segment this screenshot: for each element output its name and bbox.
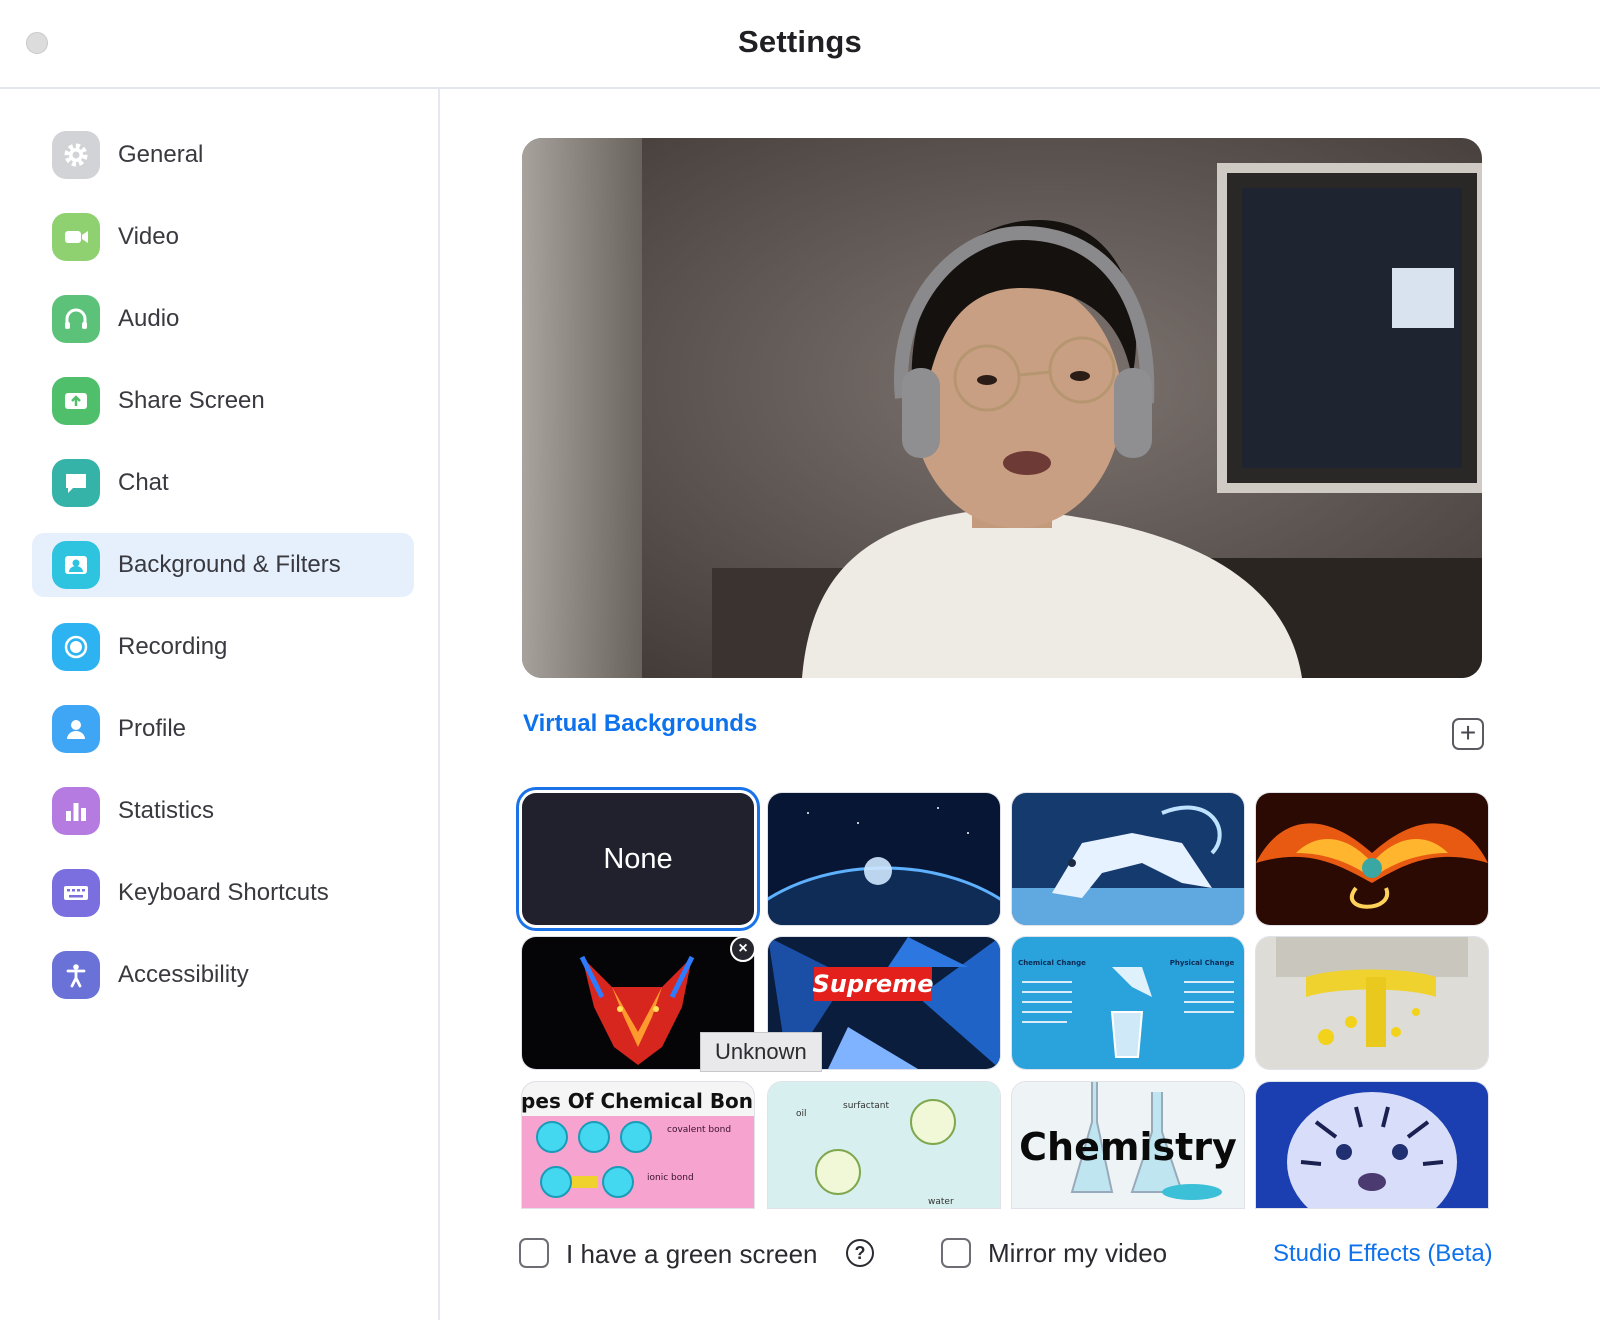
- background-thumb-yellow-bubbles[interactable]: [1256, 937, 1488, 1069]
- sidebar-item-label: Video: [118, 223, 179, 250]
- delete-background-button[interactable]: ×: [730, 936, 756, 962]
- surfactant-label: surfactant: [843, 1101, 889, 1111]
- background-thumb-chemical-change[interactable]: Chemical Change Physical Change: [1012, 937, 1244, 1069]
- bar-chart-icon: [52, 787, 100, 835]
- sidebar-item-label: Statistics: [118, 797, 215, 824]
- video-camera-icon: [52, 213, 100, 261]
- background-thumb-micelles[interactable]: oil surfactant water: [768, 1082, 1000, 1208]
- background-person-icon: [52, 541, 100, 589]
- sidebar-item-chat[interactable]: Chat: [32, 451, 414, 515]
- water-label: water: [928, 1197, 954, 1207]
- sidebar-item-profile[interactable]: Profile: [32, 697, 414, 761]
- close-icon: ×: [738, 940, 748, 957]
- green-screen-checkbox[interactable]: [519, 1238, 549, 1268]
- share-screen-icon: [52, 377, 100, 425]
- mirror-video-label: Mirror my video: [988, 1238, 1168, 1268]
- sidebar-item-label: Share Screen: [118, 387, 265, 414]
- mirror-video-checkbox[interactable]: [941, 1238, 971, 1268]
- background-thumb-chemical-bonds[interactable]: Types Of Chemical Bonds covalent bond io…: [522, 1082, 754, 1208]
- plus-icon: +: [1459, 716, 1477, 748]
- sidebar-item-label: Chat: [118, 469, 169, 496]
- sidebar-item-label: Keyboard Shortcuts: [118, 879, 329, 906]
- supreme-text: Supreme: [813, 970, 934, 998]
- sidebar-item-label: Background & Filters: [118, 551, 341, 578]
- background-thumb-earth[interactable]: [768, 793, 1000, 925]
- background-thumb-tiger-cub[interactable]: [1256, 1082, 1488, 1208]
- window-title: Settings: [738, 24, 862, 59]
- sidebar-item-share-screen[interactable]: Share Screen: [32, 369, 414, 433]
- sidebar-item-video[interactable]: Video: [32, 205, 414, 269]
- covalent-bond-label: covalent bond: [667, 1125, 731, 1135]
- background-thumb-phoenix[interactable]: [1256, 793, 1488, 925]
- chemical-bonds-title: Types Of Chemical Bonds: [522, 1089, 754, 1113]
- sidebar-item-general[interactable]: General: [32, 123, 414, 187]
- question-mark: ?: [854, 1242, 866, 1263]
- background-thumb-none[interactable]: None: [522, 793, 754, 925]
- sidebar-item-keyboard-shortcuts[interactable]: Keyboard Shortcuts: [32, 861, 414, 925]
- oil-label: oil: [796, 1109, 807, 1119]
- sidebar-item-audio[interactable]: Audio: [32, 287, 414, 351]
- green-screen-label: I have a green screen: [566, 1239, 818, 1269]
- studio-effects-link[interactable]: Studio Effects (Beta): [1273, 1240, 1493, 1268]
- ionic-bond-label: ionic bond: [647, 1173, 694, 1183]
- person-icon: [52, 705, 100, 753]
- sidebar-item-label: Accessibility: [118, 961, 249, 988]
- sidebar-item-label: Recording: [118, 633, 228, 660]
- chemistry-text: Chemistry: [1019, 1125, 1237, 1169]
- camera-preview: [522, 138, 1482, 678]
- background-thumb-chemistry[interactable]: Chemistry: [1012, 1082, 1244, 1208]
- thumbnail-tooltip: Unknown: [700, 1032, 822, 1072]
- keyboard-icon: [52, 869, 100, 917]
- record-icon: [52, 623, 100, 671]
- sidebar-item-accessibility[interactable]: Accessibility: [32, 943, 414, 1007]
- sidebar-item-statistics[interactable]: Statistics: [32, 779, 414, 843]
- accessibility-icon: [52, 951, 100, 999]
- headphones-icon: [52, 295, 100, 343]
- virtual-backgrounds-title: Virtual Backgrounds: [523, 710, 758, 737]
- add-background-button[interactable]: +: [1452, 718, 1484, 750]
- gear-icon: [52, 131, 100, 179]
- help-icon[interactable]: ?: [846, 1239, 874, 1267]
- background-thumb-ice-tiger[interactable]: [1012, 793, 1244, 925]
- chat-bubble-icon: [52, 459, 100, 507]
- sidebar-item-label: General: [118, 141, 204, 168]
- none-label: None: [603, 842, 673, 875]
- sidebar: General Video Audio Share Screen Chat Ba…: [0, 89, 440, 1320]
- title-bar: Settings: [0, 0, 1600, 89]
- sidebar-item-label: Profile: [118, 715, 187, 742]
- physical-change-label: Physical Change: [1170, 959, 1235, 967]
- chemical-change-label: Chemical Change: [1018, 959, 1086, 967]
- sidebar-item-label: Audio: [118, 305, 180, 332]
- sidebar-item-recording[interactable]: Recording: [32, 615, 414, 679]
- sidebar-item-background-filters[interactable]: Background & Filters: [32, 533, 414, 597]
